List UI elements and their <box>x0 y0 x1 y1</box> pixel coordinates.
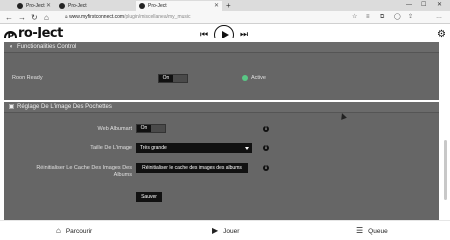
panel-title: ◐ Functionalities Control <box>9 44 77 50</box>
nav-play[interactable]: ▶︎ Jouer <box>212 226 239 237</box>
image-size-value: Très grande <box>140 145 167 151</box>
chevron-down-icon <box>245 147 249 150</box>
url-field[interactable]: 🔒︎ www.myfirstconnect.com/plugin/miscell… <box>65 13 191 22</box>
reset-cache-label: Réinitialiser Le Cache Des Images Des Al… <box>36 165 132 178</box>
browser-tab-bar: Pro-Ject ✕ Pro-Ject Pro-Ject ✕ + — ☐ ✕ <box>0 0 450 11</box>
toggle-icon: ◐ <box>9 44 14 50</box>
lock-icon: 🔒︎ <box>65 14 68 20</box>
browser-address-bar: ← → ↻ ⌂ 🔒︎ www.myfirstconnect.com/plugin… <box>0 11 450 24</box>
web-albumart-toggle[interactable]: On <box>136 124 166 133</box>
more-menu-icon[interactable]: … <box>436 13 442 22</box>
profile-icon[interactable]: ◯ <box>394 13 401 22</box>
nav-queue[interactable]: ☰ Queue <box>356 226 388 237</box>
browser-tab-active[interactable]: Pro-Ject ✕ <box>136 1 222 11</box>
back-icon[interactable]: ← <box>5 12 13 23</box>
cover-settings-panel: ▣ Réglage De L'image Des Pochettes Web Al… <box>4 102 439 220</box>
play-icon: ▶︎ <box>212 226 219 235</box>
info-icon[interactable]: i <box>263 145 269 151</box>
image-size-label: Taille De L'image <box>90 145 132 151</box>
collections-icon[interactable]: ⧉ <box>380 13 384 22</box>
settings-content: ◐ Functionalities Control Roon Ready On A… <box>0 38 442 220</box>
panel-title: ▣ Réglage De L'image Des Pochettes <box>8 104 112 110</box>
new-tab-button[interactable]: + <box>226 0 231 11</box>
tab-label: Pro-Ject <box>68 3 87 9</box>
share-icon[interactable]: ⇪ <box>408 13 413 22</box>
toggle-on-label: On <box>137 125 151 132</box>
url-path: /plugin/miscellanea/my_music <box>124 14 191 20</box>
bottom-navigation: ⌂ Parcourir ▶︎ Jouer ☰ Queue <box>0 220 450 240</box>
panel-header: ◐ Functionalities Control <box>4 42 439 53</box>
nav-browse[interactable]: ⌂ Parcourir <box>56 226 92 237</box>
info-icon[interactable]: i <box>263 126 269 132</box>
tab-close-icon[interactable]: ✕ <box>214 1 219 11</box>
panel-header: ▣ Réglage De L'image Des Pochettes <box>4 102 439 113</box>
save-button[interactable]: Sauver <box>136 192 162 202</box>
reset-cache-button[interactable]: Réinitialiser le cache des images des al… <box>136 163 248 173</box>
status-dot-icon <box>242 75 248 81</box>
tab-favicon-icon <box>139 3 145 9</box>
reload-icon[interactable]: ↻ <box>31 12 38 23</box>
url-host: www.myfirstconnect.com <box>69 14 125 20</box>
roon-ready-toggle[interactable]: On <box>158 74 188 83</box>
tab-label: Pro-Ject <box>26 3 45 9</box>
home-icon[interactable]: ⌂ <box>44 12 49 23</box>
close-window-button[interactable]: ✕ <box>437 0 442 11</box>
toggle-on-label: On <box>159 75 173 82</box>
info-icon[interactable]: i <box>263 165 269 171</box>
queue-icon: ☰ <box>356 226 364 235</box>
forward-icon[interactable]: → <box>18 12 26 23</box>
status-label: Active <box>251 75 266 81</box>
image-icon: ▣ <box>8 104 15 110</box>
browser-tab[interactable]: Pro-Ject <box>56 1 96 11</box>
tab-label: Pro-Ject <box>148 3 167 9</box>
tab-favicon-icon <box>59 3 65 9</box>
browser-tab[interactable]: Pro-Ject ✕ <box>14 1 54 11</box>
reading-list-icon[interactable]: ≡ <box>366 13 370 22</box>
bookmark-icon[interactable]: ☆ <box>352 13 357 22</box>
web-albumart-label: Web Albumart <box>97 126 132 132</box>
home-icon: ⌂ <box>56 226 61 235</box>
tab-close-icon[interactable]: ✕ <box>46 1 51 11</box>
roon-ready-label: Roon Ready <box>12 75 43 81</box>
maximize-button[interactable]: ☐ <box>421 0 426 11</box>
scrollbar-thumb[interactable] <box>444 140 447 200</box>
tab-favicon-icon <box>17 3 23 9</box>
functionalities-panel: ◐ Functionalities Control Roon Ready On A… <box>4 42 439 100</box>
image-size-select[interactable]: Très grande <box>136 143 252 153</box>
minimize-button[interactable]: — <box>406 0 412 11</box>
